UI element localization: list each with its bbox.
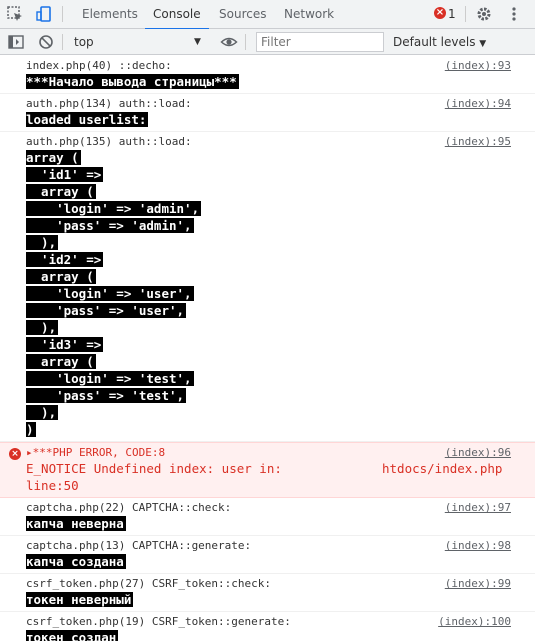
source-link[interactable]: (index):93 [445,59,511,73]
source-link[interactable]: (index):100 [438,615,511,629]
dump-line: 'id2' => [26,252,104,267]
console-toolbar: top ▼ Default levels ▼ [0,29,535,55]
console-message: auth.php(135) auth::load: (index):95 arr… [0,132,535,442]
error-message: E_NOTICE Undefined index: user in: [26,461,282,476]
devtools-tabbar: Elements Console Sources Network × 1 [0,0,535,30]
dump-line: array ( [26,269,96,284]
dump-line: 'id3' => [26,337,104,352]
toolbar-divider [62,34,63,50]
source-link[interactable]: (index):99 [445,577,511,591]
dump-line: ) [26,422,36,437]
dump-line: array ( [26,150,81,165]
live-expression-eye-icon[interactable] [220,33,238,51]
message-origin: captcha.php(13) CAPTCHA::generate: [26,539,252,552]
dump-line: array ( [26,354,96,369]
dump-line: 'login' => 'admin', [26,201,202,216]
message-text: капча создана [26,554,126,569]
message-text: токен неверный [26,592,134,607]
expand-triangle-icon[interactable]: ▸ [26,446,33,459]
console-message: csrf_token.php(27) CSRF_token::check: (i… [0,574,535,612]
dump-line: 'id1' => [26,167,104,182]
source-link[interactable]: (index):98 [445,539,511,553]
error-title: ***PHP ERROR, CODE:8 [32,446,166,459]
error-count-icon[interactable]: × [434,7,446,19]
dump-line: 'pass' => 'user', [26,303,187,318]
dump-line: 'login' => 'user', [26,286,194,301]
console-message: auth.php(134) auth::load: (index):94 loa… [0,94,535,132]
source-link[interactable]: (index):97 [445,501,511,515]
tab-elements[interactable]: Elements [82,0,138,29]
message-text: капча неверна [26,516,126,531]
console-error-message: × ▸***PHP ERROR, CODE:8 (index):96 E_NOT… [0,442,535,498]
more-options-icon[interactable] [505,5,523,23]
tab-console[interactable]: Console [145,0,209,30]
message-origin: csrf_token.php(27) CSRF_token::check: [26,577,272,590]
toolbar-divider [245,34,246,50]
array-dump: array ( 'id1' => array ( 'login' => 'adm… [26,149,511,438]
log-levels-label: Default levels [393,35,476,49]
toolbar-divider [465,6,466,22]
source-link[interactable]: (index):94 [445,97,511,111]
log-levels-dropdown[interactable]: Default levels ▼ [393,29,486,57]
message-origin: auth.php(134) auth::load: [26,97,192,110]
inspect-element-icon[interactable] [6,5,24,23]
clear-console-icon[interactable] [37,33,55,51]
tab-sources[interactable]: Sources [219,0,266,29]
dump-line: 'login' => 'test', [26,371,194,386]
message-text: loaded userlist: [26,112,149,127]
console-message: captcha.php(13) CAPTCHA::generate: (inde… [0,536,535,574]
show-sidebar-icon[interactable] [7,33,25,51]
error-count[interactable]: 1 [448,0,456,29]
console-message: index.php(40) ::decho: (index):93 ***Нач… [0,56,535,94]
error-file-path: htdocs/index.php [382,461,503,476]
chevron-down-icon: ▼ [479,39,487,49]
dump-line: 'pass' => 'test', [26,388,187,403]
dump-line: 'pass' => 'admin', [26,218,194,233]
error-line: line:50 [26,478,79,493]
context-dropdown-arrow-icon[interactable]: ▼ [194,29,201,55]
dump-line: array ( [26,184,96,199]
device-toolbar-icon[interactable] [35,5,53,23]
context-selector[interactable]: top [74,29,94,55]
tab-network[interactable]: Network [284,0,334,29]
dump-line: ), [26,235,59,250]
source-link[interactable]: (index):95 [445,135,511,149]
message-text: ***Начало вывода страницы*** [26,74,239,89]
message-text: токен создан [26,630,119,641]
message-origin: auth.php(135) auth::load: [26,135,192,148]
error-icon: × [9,448,21,460]
dump-line: ), [26,405,59,420]
filter-input[interactable] [256,32,384,52]
console-message: csrf_token.php(19) CSRF_token::generate:… [0,612,535,641]
toolbar-divider [62,6,63,22]
console-message: captcha.php(22) CAPTCHA::check: (index):… [0,498,535,536]
source-link[interactable]: (index):96 [445,446,511,460]
dump-line: ), [26,320,59,335]
settings-gear-icon[interactable] [475,5,493,23]
message-origin: captcha.php(22) CAPTCHA::check: [26,501,232,514]
console-log: index.php(40) ::decho: (index):93 ***Нач… [0,56,535,641]
message-origin: index.php(40) ::decho: [26,59,172,72]
